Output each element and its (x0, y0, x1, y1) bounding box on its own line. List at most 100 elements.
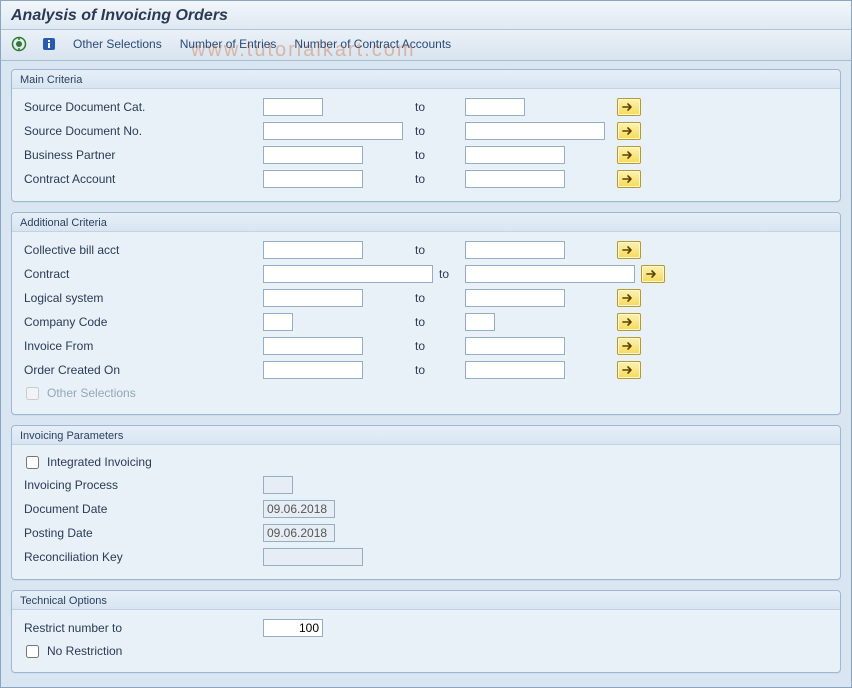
group-legend: Technical Options (12, 591, 840, 610)
group-main-criteria: Main Criteria Source Document Cat. to So… (11, 69, 841, 202)
label: Restrict number to (22, 621, 257, 635)
other-selections-checkbox (26, 387, 39, 400)
order-created-to-input[interactable] (465, 361, 565, 379)
contract-account-to-input[interactable] (465, 170, 565, 188)
logical-system-to-input[interactable] (465, 289, 565, 307)
group-additional-criteria: Additional Criteria Collective bill acct… (11, 212, 841, 415)
multiple-selection-button[interactable] (617, 361, 641, 379)
multiple-selection-button[interactable] (617, 146, 641, 164)
multiple-selection-button[interactable] (617, 241, 641, 259)
sap-window: Analysis of Invoicing Orders www.tutoria… (0, 0, 852, 688)
to-label: to (409, 148, 459, 162)
no-restriction-checkbox[interactable] (26, 645, 39, 658)
row-company-code: Company Code to (22, 310, 830, 334)
label: Source Document No. (22, 124, 257, 138)
integrated-invoicing-checkbox[interactable] (26, 456, 39, 469)
info-button[interactable] (39, 34, 59, 54)
collective-bill-to-input[interactable] (465, 241, 565, 259)
label: Document Date (22, 502, 257, 516)
integrated-invoicing-label: Integrated Invoicing (47, 455, 152, 469)
multiple-selection-button[interactable] (641, 265, 665, 283)
label: Collective bill acct (22, 243, 257, 257)
row-contract-account: Contract Account to (22, 167, 830, 191)
multiple-selection-button[interactable] (617, 289, 641, 307)
multiple-selection-button[interactable] (617, 313, 641, 331)
contract-from-input[interactable] (263, 265, 433, 283)
row-source-document-no: Source Document No. to (22, 119, 830, 143)
multiple-selection-button[interactable] (617, 337, 641, 355)
label: Invoice From (22, 339, 257, 353)
label: Invoicing Process (22, 478, 257, 492)
other-selections-cb-label: Other Selections (47, 386, 136, 400)
company-code-to-input[interactable] (465, 313, 495, 331)
contract-account-from-input[interactable] (263, 170, 363, 188)
label: Logical system (22, 291, 257, 305)
to-label: to (409, 243, 459, 257)
to-label: to (409, 363, 459, 377)
row-invoicing-process: Invoicing Process (22, 473, 830, 497)
multiple-selection-button[interactable] (617, 122, 641, 140)
label: Source Document Cat. (22, 100, 257, 114)
contract-to-input[interactable] (465, 265, 635, 283)
to-label: to (409, 124, 459, 138)
execute-button[interactable] (9, 34, 29, 54)
menu-other-selections[interactable]: Other Selections (69, 35, 166, 53)
multiple-selection-button[interactable] (617, 98, 641, 116)
row-source-document-cat: Source Document Cat. to (22, 95, 830, 119)
page-title: Analysis of Invoicing Orders (11, 7, 841, 25)
row-invoice-from: Invoice From to (22, 334, 830, 358)
row-logical-system: Logical system to (22, 286, 830, 310)
posting-date-input[interactable] (263, 524, 335, 542)
business-partner-from-input[interactable] (263, 146, 363, 164)
src-doc-no-from-input[interactable] (263, 122, 403, 140)
row-posting-date: Posting Date (22, 521, 830, 545)
row-contract: Contract to (22, 262, 830, 286)
restrict-number-input[interactable] (263, 619, 323, 637)
label: Contract (22, 267, 257, 281)
label: Business Partner (22, 148, 257, 162)
to-label: to (409, 339, 459, 353)
row-order-created-on: Order Created On to (22, 358, 830, 382)
to-label: to (409, 172, 459, 186)
label: Order Created On (22, 363, 257, 377)
order-created-from-input[interactable] (263, 361, 363, 379)
src-doc-cat-to-input[interactable] (465, 98, 525, 116)
label: Contract Account (22, 172, 257, 186)
row-integrated-invoicing: Integrated Invoicing (22, 451, 830, 473)
to-label: to (409, 315, 459, 329)
content-area: Main Criteria Source Document Cat. to So… (1, 61, 851, 687)
invoice-from-from-input[interactable] (263, 337, 363, 355)
label: Posting Date (22, 526, 257, 540)
row-restrict-number: Restrict number to (22, 616, 830, 640)
group-legend: Invoicing Parameters (12, 426, 840, 445)
invoice-from-to-input[interactable] (465, 337, 565, 355)
multiple-selection-button[interactable] (617, 170, 641, 188)
group-invoicing-parameters: Invoicing Parameters Integrated Invoicin… (11, 425, 841, 580)
collective-bill-from-input[interactable] (263, 241, 363, 259)
src-doc-cat-from-input[interactable] (263, 98, 323, 116)
toolbar: Other Selections Number of Entries Numbe… (1, 30, 851, 61)
row-collective-bill-acct: Collective bill acct to (22, 238, 830, 262)
invoicing-process-input[interactable] (263, 476, 293, 494)
to-label: to (409, 100, 459, 114)
logical-system-from-input[interactable] (263, 289, 363, 307)
row-other-selections-checkbox: Other Selections (22, 382, 830, 404)
to-label: to (439, 267, 459, 281)
label: Reconciliation Key (22, 550, 257, 564)
document-date-input[interactable] (263, 500, 335, 518)
group-technical-options: Technical Options Restrict number to No … (11, 590, 841, 673)
group-legend: Additional Criteria (12, 213, 840, 232)
row-document-date: Document Date (22, 497, 830, 521)
group-legend: Main Criteria (12, 70, 840, 89)
menu-number-of-contract-accounts[interactable]: Number of Contract Accounts (290, 35, 455, 53)
titlebar: Analysis of Invoicing Orders (1, 1, 851, 30)
to-label: to (409, 291, 459, 305)
label: Company Code (22, 315, 257, 329)
src-doc-no-to-input[interactable] (465, 122, 605, 140)
row-reconciliation-key: Reconciliation Key (22, 545, 830, 569)
menu-number-of-entries[interactable]: Number of Entries (176, 35, 281, 53)
company-code-from-input[interactable] (263, 313, 293, 331)
no-restriction-label: No Restriction (47, 644, 122, 658)
reconciliation-key-input[interactable] (263, 548, 363, 566)
business-partner-to-input[interactable] (465, 146, 565, 164)
